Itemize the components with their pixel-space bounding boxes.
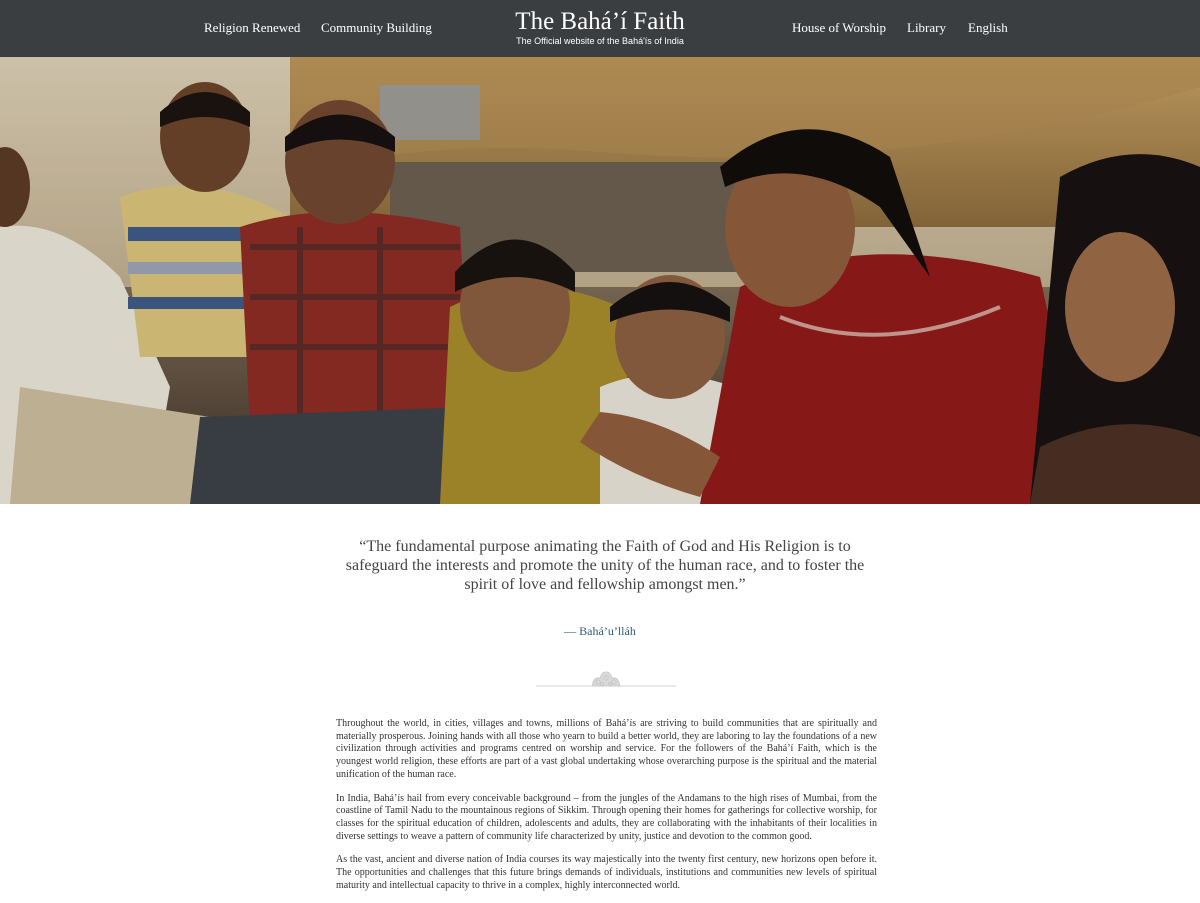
intro-article: Throughout the world, in cities, village… xyxy=(336,718,877,903)
site-subtitle: The Official website of the Bahá'ís of I… xyxy=(516,36,684,46)
nav-library[interactable]: Library xyxy=(907,20,946,36)
site-title: The Bahá’í Faith xyxy=(515,8,685,35)
nav-house-of-worship[interactable]: House of Worship xyxy=(792,20,886,36)
language-selector[interactable]: English xyxy=(968,20,1008,36)
site-logo[interactable]: The Bahá’í Faith The Official website of… xyxy=(0,8,1200,47)
quote-attribution[interactable]: — Bahá’u’lláh xyxy=(0,624,1200,639)
article-paragraph: Throughout the world, in cities, village… xyxy=(336,718,877,780)
featured-quote: “The fundamental purpose animating the F… xyxy=(345,538,865,593)
article-paragraph: In India, Bahá’ís hail from every concei… xyxy=(336,792,877,842)
hero-image xyxy=(0,57,1200,504)
site-header: Religion Renewed Community Building The … xyxy=(0,0,1200,57)
ornament-divider-icon xyxy=(536,671,676,687)
article-paragraph: As the vast, ancient and diverse nation … xyxy=(336,854,877,891)
hero-illustration xyxy=(0,57,1200,504)
